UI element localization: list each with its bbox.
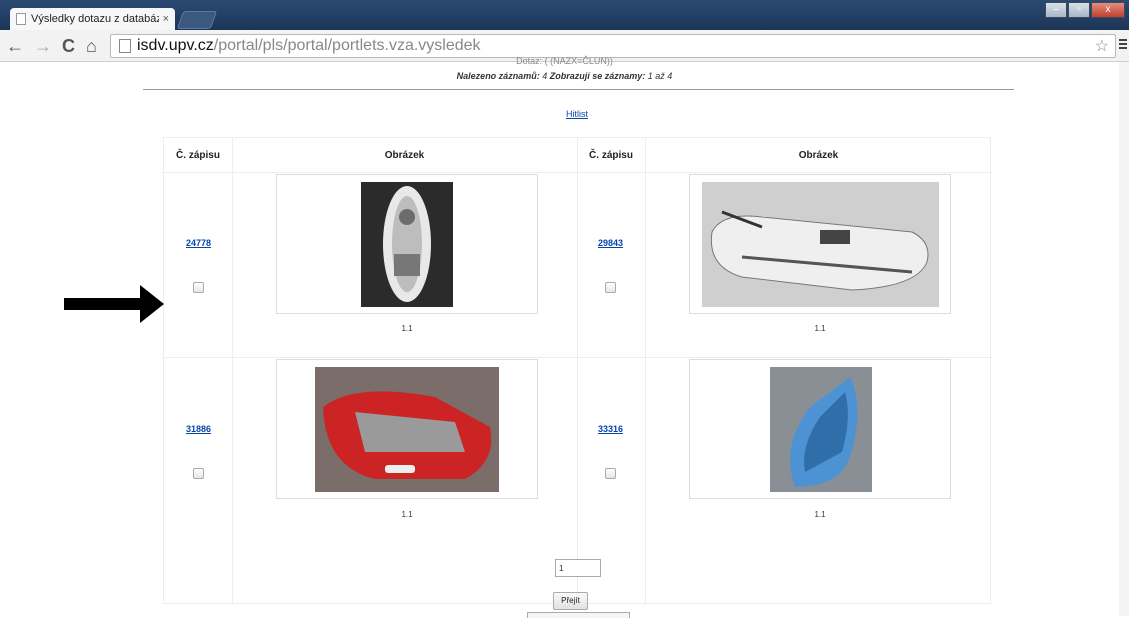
record-number-link[interactable]: 31886 <box>186 424 211 434</box>
record-checkbox[interactable] <box>605 468 616 479</box>
divider <box>143 89 1014 90</box>
showing-range: 1 až 4 <box>647 71 673 81</box>
address-bar[interactable]: isdv.upv.cz /portal/pls/portal/portlets.… <box>110 34 1116 58</box>
tab-close-icon[interactable]: × <box>163 13 169 25</box>
column-divider <box>232 138 233 605</box>
result-summary: Nalezeno záznamů: 4 Zobrazují se záznamy… <box>0 71 1129 81</box>
record-checkbox[interactable] <box>605 282 616 293</box>
boat-photo <box>770 367 872 492</box>
header-reg-number-2: Č. zápisu <box>589 149 633 161</box>
hitlist-link[interactable]: Hitlist <box>566 109 588 119</box>
record-checkbox[interactable] <box>193 282 204 293</box>
back-icon[interactable]: ← <box>6 36 24 57</box>
record-image[interactable] <box>689 359 951 499</box>
browser-tab-bar: Výsledky dotazu z databáz × – ▫ x <box>0 0 1129 30</box>
record-image[interactable] <box>689 174 951 314</box>
image-caption: 1.1 <box>814 510 826 519</box>
tab-title: Výsledky dotazu z databáz <box>31 13 159 25</box>
url-path: /portal/pls/portal/portlets.vza.vysledek <box>213 37 481 54</box>
boat-photo <box>702 182 939 307</box>
query-text: Dotaz: ( (NAZX=ČLUN)) <box>516 56 613 66</box>
results-table: Č. zápisu Obrázek Č. zápisu Obrázek 2477… <box>163 137 992 605</box>
bookmark-star-icon[interactable]: ☆ <box>1095 36 1109 56</box>
record-image[interactable] <box>276 359 538 499</box>
record-number-link[interactable]: 33316 <box>598 424 623 434</box>
boat-photo <box>361 182 453 307</box>
page-icon <box>119 39 131 53</box>
new-tab-button[interactable] <box>176 11 218 29</box>
menu-icon[interactable] <box>1119 37 1129 53</box>
record-number-link[interactable]: 29843 <box>598 238 623 248</box>
record-number-link[interactable]: 24778 <box>186 238 211 248</box>
browser-tab[interactable]: Výsledky dotazu z databáz × <box>10 8 175 30</box>
minimize-button[interactable]: – <box>1045 2 1067 18</box>
close-window-button[interactable]: x <box>1091 2 1125 18</box>
annotation-arrow-icon <box>64 285 164 323</box>
go-button[interactable]: Přejít <box>553 592 588 610</box>
record-checkbox[interactable] <box>193 468 204 479</box>
page-icon <box>16 13 26 25</box>
image-caption: 1.1 <box>401 324 413 333</box>
page-number-input[interactable] <box>555 559 601 577</box>
secondary-button[interactable] <box>527 612 630 618</box>
showing-label: Zobrazují se záznamy: <box>549 71 646 81</box>
reload-icon[interactable]: C <box>62 36 75 57</box>
header-image-2: Obrázek <box>798 149 839 161</box>
url-host: isdv.upv.cz <box>137 37 214 54</box>
found-label: Nalezeno záznamů: <box>456 71 540 81</box>
column-divider <box>577 138 578 605</box>
forward-icon[interactable]: → <box>34 36 52 57</box>
window-controls: – ▫ x <box>1044 2 1125 18</box>
header-image-1: Obrázek <box>384 149 425 161</box>
column-divider <box>645 138 646 605</box>
row-divider <box>164 357 992 358</box>
page-content: Dotaz: ( (NAZX=ČLUN)) Nalezeno záznamů: … <box>0 56 1129 616</box>
header-reg-number-1: Č. zápisu <box>176 149 220 161</box>
maximize-button[interactable]: ▫ <box>1068 2 1090 18</box>
image-caption: 1.1 <box>814 324 826 333</box>
boat-photo <box>315 367 499 492</box>
row-divider <box>164 172 992 173</box>
home-icon[interactable]: ⌂ <box>86 36 97 57</box>
image-caption: 1.1 <box>401 510 413 519</box>
record-image[interactable] <box>276 174 538 314</box>
scrollbar[interactable] <box>1119 62 1129 616</box>
found-count: 4 <box>542 71 548 81</box>
